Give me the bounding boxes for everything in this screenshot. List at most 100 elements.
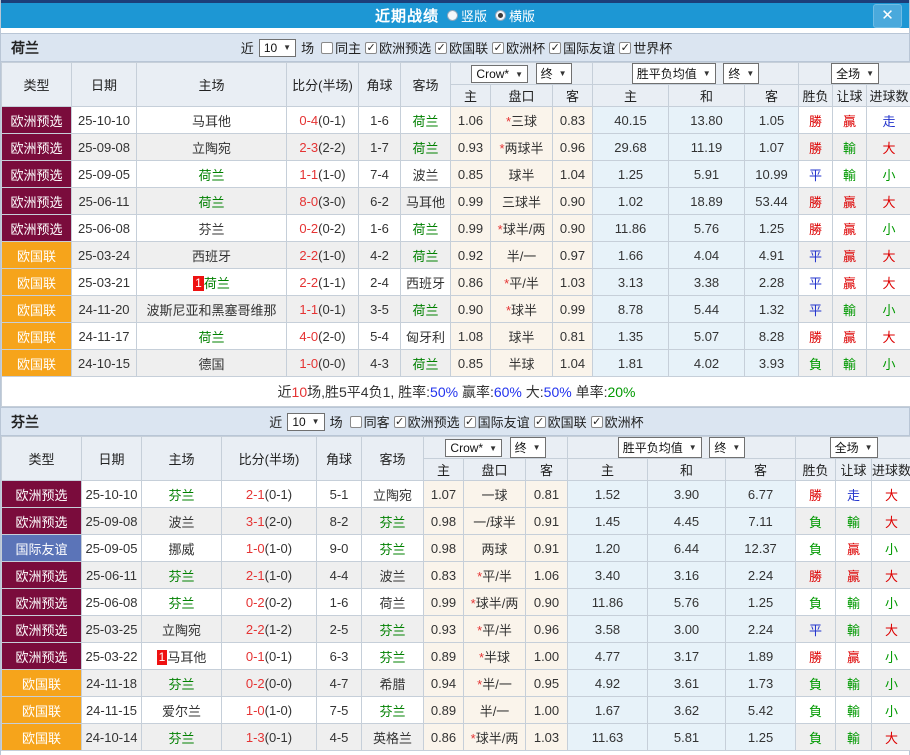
away-team: 希腊 xyxy=(362,670,424,697)
match-count-select[interactable]: 10▼ xyxy=(259,39,296,57)
away-team: 芬兰 xyxy=(362,508,424,535)
score-fulltime: 8-0 xyxy=(299,194,318,209)
match-row: 欧国联24-11-18芬兰0-2(0-0)4-7希腊0.94*半/一0.954.… xyxy=(2,670,910,697)
competition-checkbox[interactable]: ✓欧国联 xyxy=(534,412,587,431)
checkbox-label: 世界杯 xyxy=(633,38,672,57)
result-wdl: 平 xyxy=(799,296,833,323)
result-goals: 小 xyxy=(867,350,910,377)
away-odds: 0.97 xyxy=(553,242,593,269)
avg-draw: 3.61 xyxy=(648,670,726,697)
match-type: 欧洲预选 xyxy=(2,616,82,643)
team-name: 芬兰 xyxy=(168,488,194,503)
competition-checkbox[interactable]: ✓欧国联 xyxy=(435,38,488,57)
result-wdl: 勝 xyxy=(796,562,836,589)
home-odds: 0.99 xyxy=(424,589,464,616)
competition-checkbox[interactable]: ✓国际友谊 xyxy=(549,38,615,57)
score-fulltime: 1-0 xyxy=(246,703,265,718)
view-mode-vertical[interactable]: 竖版 xyxy=(447,6,487,25)
away-odds: 0.96 xyxy=(553,134,593,161)
score: 0-4(0-1) xyxy=(287,107,359,134)
score-halftime: (1-0) xyxy=(265,541,292,556)
corners: 3-5 xyxy=(359,296,401,323)
home-team: 芬兰 xyxy=(137,215,287,242)
competition-checkbox[interactable]: ✓欧洲预选 xyxy=(394,412,460,431)
home-team: 芬兰 xyxy=(142,670,222,697)
scope-select[interactable]: 全场▼ xyxy=(831,63,879,84)
competition-checkbox[interactable]: ✓世界杯 xyxy=(619,38,672,57)
team-name: 荷兰 xyxy=(412,357,438,372)
same-venue-checkbox[interactable]: 同主 xyxy=(321,38,361,57)
scope-group-header: 全场▼ xyxy=(799,63,910,85)
result-goals: 大 xyxy=(872,481,910,508)
home-odds: 0.93 xyxy=(451,134,491,161)
score: 0-2(0-2) xyxy=(287,215,359,242)
avg-home: 11.86 xyxy=(593,215,669,242)
score-fulltime: 3-1 xyxy=(246,514,265,529)
competition-checkbox[interactable]: ✓国际友谊 xyxy=(464,412,530,431)
avg-away: 1.89 xyxy=(726,643,796,670)
match-date: 25-09-08 xyxy=(72,134,137,161)
checkbox-label: 同客 xyxy=(364,412,390,431)
avg-stage-select[interactable]: 终▼ xyxy=(723,63,759,84)
avg-away: 1.25 xyxy=(745,215,799,242)
competition-checkbox[interactable]: ✓欧洲杯 xyxy=(591,412,644,431)
corners: 4-4 xyxy=(317,562,362,589)
chevron-down-icon: ▼ xyxy=(703,69,711,78)
col-result-wdl: 胜负 xyxy=(796,459,836,481)
competition-checkbox[interactable]: ✓欧洲预选 xyxy=(365,38,431,57)
avg-draw: 5.44 xyxy=(669,296,745,323)
result-handicap: 輸 xyxy=(836,508,872,535)
away-odds: 1.00 xyxy=(526,697,568,724)
result-goals: 大 xyxy=(872,508,910,535)
col-score: 比分(半场) xyxy=(287,63,359,107)
match-type: 欧国联 xyxy=(2,296,72,323)
score: 0-2(0-2) xyxy=(222,589,317,616)
avg-stage-select[interactable]: 终▼ xyxy=(709,437,745,458)
team-name: 波兰 xyxy=(412,168,438,183)
summary-segment: 场,胜5平4负1, 胜率: xyxy=(307,384,430,400)
close-button[interactable]: ✕ xyxy=(873,4,902,28)
summary-segment: 20% xyxy=(607,384,635,400)
odds-stage-select[interactable]: 终▼ xyxy=(510,437,546,458)
match-date: 24-11-18 xyxy=(82,670,142,697)
odds-company-select[interactable]: Crow*▼ xyxy=(445,439,502,457)
score-fulltime: 2-2 xyxy=(299,248,318,263)
scope-select[interactable]: 全场▼ xyxy=(830,437,878,458)
avg-home: 1.52 xyxy=(568,481,648,508)
odds-stage-select[interactable]: 终▼ xyxy=(536,63,572,84)
handicap-star: * xyxy=(477,677,482,692)
col-avg-home: 主 xyxy=(568,459,648,481)
home-team: 1荷兰 xyxy=(137,269,287,296)
away-team: 芬兰 xyxy=(362,643,424,670)
competition-checkbox[interactable]: ✓欧洲杯 xyxy=(492,38,545,57)
team-name: 波兰 xyxy=(168,515,194,530)
col-type: 类型 xyxy=(2,437,82,481)
table-header-row: 类型 日期 主场 比分(半场) 角球 客场 Crow*▼ 终▼ 胜平负均值▼ 终… xyxy=(2,63,910,85)
result-wdl: 勝 xyxy=(799,323,833,350)
away-odds: 1.04 xyxy=(553,161,593,188)
view-mode-horizontal[interactable]: 横版 xyxy=(495,6,535,25)
match-type: 欧洲预选 xyxy=(2,215,72,242)
team-name: 西班牙 xyxy=(406,276,445,291)
match-date: 25-06-11 xyxy=(82,562,142,589)
handicap-star: * xyxy=(499,141,504,156)
match-count-select[interactable]: 10▼ xyxy=(287,413,324,431)
match-type: 欧洲预选 xyxy=(2,562,82,589)
result-handicap: 輸 xyxy=(833,350,867,377)
avg-type-select[interactable]: 胜平负均值▼ xyxy=(618,437,702,458)
match-type: 欧国联 xyxy=(2,242,72,269)
match-type: 欧国联 xyxy=(2,697,82,724)
same-venue-checkbox[interactable]: 同客 xyxy=(350,412,390,431)
match-row: 欧洲预选25-06-08芬兰0-2(0-2)1-6荷兰0.99*球半/两0.90… xyxy=(2,215,910,242)
score: 1-1(1-0) xyxy=(287,161,359,188)
checkbox-icon: ✓ xyxy=(549,42,561,54)
corners: 2-5 xyxy=(317,616,362,643)
col-score: 比分(半场) xyxy=(222,437,317,481)
score-fulltime: 0-2 xyxy=(246,676,265,691)
select-value: 终 xyxy=(541,65,553,82)
odds-company-select[interactable]: Crow*▼ xyxy=(471,65,528,83)
corners: 5-1 xyxy=(317,481,362,508)
col-avg-away: 客 xyxy=(745,85,799,107)
avg-type-select[interactable]: 胜平负均值▼ xyxy=(632,63,716,84)
match-row: 欧洲预选25-10-10马耳他0-4(0-1)1-6荷兰1.06*三球0.834… xyxy=(2,107,910,134)
